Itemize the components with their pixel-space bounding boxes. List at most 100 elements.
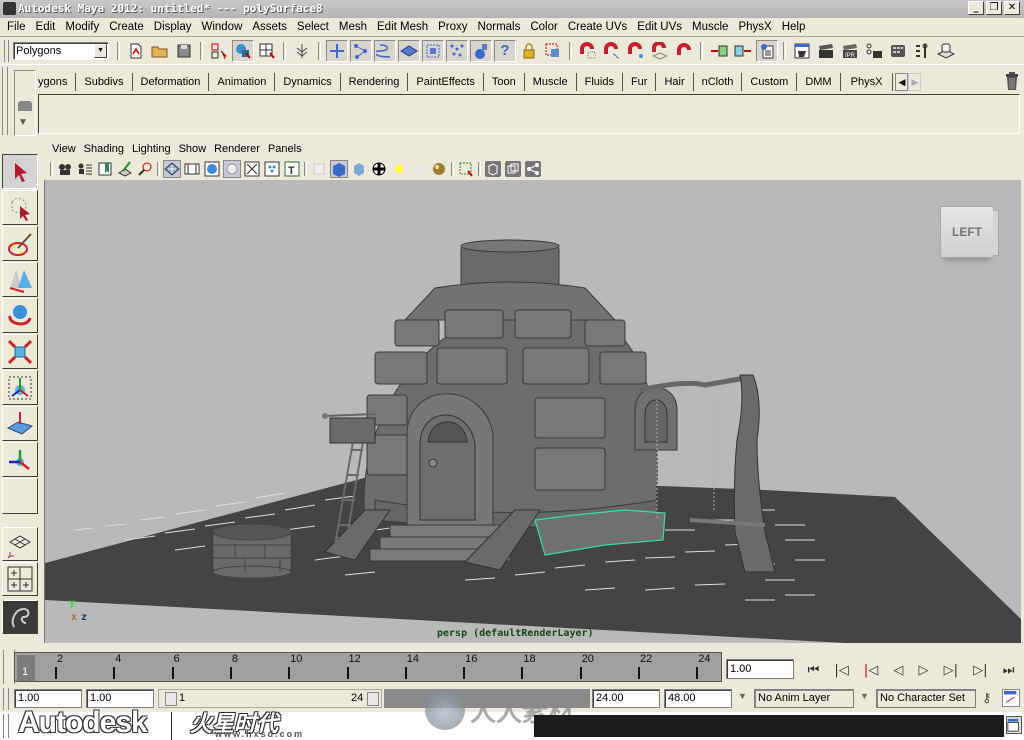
select-curves-icon[interactable]: [350, 39, 372, 62]
shelf-tab-subdivs[interactable]: Subdivs: [76, 73, 133, 91]
shelf-tab-physx[interactable]: PhysX: [841, 73, 893, 91]
end-time-field[interactable]: 48.00: [664, 689, 732, 708]
bounding-box-icon[interactable]: [484, 160, 502, 178]
shelf-tab-fur[interactable]: Fur: [623, 73, 657, 91]
smooth-shade-icon[interactable]: [203, 160, 221, 178]
step-back-key-button[interactable]: |◁: [834, 663, 848, 678]
construction-history-icon[interactable]: [756, 39, 778, 62]
toolbar-grip[interactable]: [4, 39, 9, 62]
snap-point-icon[interactable]: [625, 40, 647, 62]
shelf-menu-arrow-icon[interactable]: ▼: [18, 117, 28, 128]
menu-select[interactable]: Select: [292, 18, 334, 37]
shelf-tab-muscle[interactable]: Muscle: [525, 73, 577, 91]
output-ops-icon[interactable]: [732, 40, 754, 62]
panel-menu-lighting[interactable]: Lighting: [128, 143, 175, 155]
range-end-handle[interactable]: [367, 692, 379, 706]
render-settings-icon[interactable]: [863, 40, 885, 62]
hypershade-icon[interactable]: [887, 40, 909, 62]
panel-menu-shading[interactable]: Shading: [80, 143, 128, 155]
show-manipulator-tool[interactable]: [2, 442, 38, 477]
current-time-field[interactable]: 1.00: [726, 659, 794, 679]
2d-pan-zoom-icon[interactable]: [136, 160, 154, 178]
chevron-down-icon[interactable]: ▼: [94, 43, 107, 58]
time-slider[interactable]: 1 2 4 6 8 10 12 14 16 18 20 22 24: [14, 652, 722, 682]
open-scene-icon[interactable]: [149, 40, 171, 62]
select-dynamics-icon[interactable]: [422, 39, 444, 62]
shelf-tab-fluids[interactable]: Fluids: [577, 73, 623, 91]
ipr-render-icon[interactable]: IPR: [839, 40, 861, 62]
range-start-handle[interactable]: [165, 692, 177, 706]
lock-icon[interactable]: [518, 40, 540, 62]
shelf-grip[interactable]: [0, 65, 14, 137]
menu-muscle[interactable]: Muscle: [687, 18, 733, 37]
select-misc-icon[interactable]: [470, 39, 492, 62]
shelf-tab-custom[interactable]: Custom: [742, 73, 798, 91]
menu-assets[interactable]: Assets: [247, 18, 292, 37]
textured-icon[interactable]: T: [283, 160, 301, 178]
all-lights-icon[interactable]: [410, 160, 428, 178]
wireframe-icon[interactable]: [163, 160, 181, 178]
soft-modification-tool[interactable]: [2, 406, 38, 441]
select-object-icon[interactable]: [232, 39, 254, 62]
shelf-tab-polygons[interactable]: ygons: [30, 73, 77, 91]
bookmarks-icon[interactable]: [96, 160, 114, 178]
menu-modify[interactable]: Modify: [60, 18, 104, 37]
menu-mesh[interactable]: Mesh: [334, 18, 372, 37]
move-tool[interactable]: [2, 262, 38, 297]
shelf-tab-rendering[interactable]: Rendering: [341, 73, 409, 91]
new-scene-icon[interactable]: [125, 40, 147, 62]
shaded-cube-icon[interactable]: [330, 160, 348, 178]
universal-manipulator[interactable]: [2, 370, 38, 405]
default-light-icon[interactable]: [390, 160, 408, 178]
menu-edit-uvs[interactable]: Edit UVs: [632, 18, 687, 37]
menu-create-uvs[interactable]: Create UVs: [563, 18, 632, 37]
high-quality-select-icon[interactable]: [457, 160, 475, 178]
flat-shade-icon[interactable]: [223, 160, 241, 178]
menu-display[interactable]: Display: [149, 18, 197, 37]
four-view-layout[interactable]: [2, 562, 38, 596]
snap-curve-icon[interactable]: [601, 40, 623, 62]
go-to-start-button[interactable]: ⏮: [808, 663, 820, 678]
auto-key-icon[interactable]: ⚷: [982, 690, 992, 706]
menu-physx[interactable]: PhysX: [733, 18, 776, 37]
trash-icon[interactable]: [1003, 71, 1021, 91]
menu-set-select[interactable]: Polygons ▼: [13, 41, 109, 60]
maya-logo-button[interactable]: [2, 600, 38, 634]
menu-edit[interactable]: Edit: [31, 18, 61, 37]
shelf-tab-toggle-icon[interactable]: [18, 101, 32, 111]
menu-create[interactable]: Create: [104, 18, 149, 37]
menu-window[interactable]: Window: [196, 18, 247, 37]
select-deformations-icon[interactable]: [398, 39, 420, 62]
shelf-tab-deformation[interactable]: Deformation: [133, 73, 210, 91]
checker-ball-icon[interactable]: [370, 160, 388, 178]
select-tool[interactable]: [2, 154, 38, 189]
step-forward-key-button[interactable]: ▷|: [973, 663, 987, 678]
select-component-icon[interactable]: [256, 40, 278, 62]
use-lights-icon[interactable]: [430, 160, 448, 178]
input-ops-icon[interactable]: [708, 40, 730, 62]
command-result-field[interactable]: [534, 715, 1004, 737]
default-material-icon[interactable]: [350, 160, 368, 178]
shelf-tab-animation[interactable]: Animation: [209, 73, 276, 91]
select-surfaces-icon[interactable]: [374, 39, 396, 62]
menu-normals[interactable]: Normals: [473, 18, 526, 37]
image-plane-icon[interactable]: [116, 160, 134, 178]
xray-icon[interactable]: [243, 160, 261, 178]
character-set-field[interactable]: No Character Set: [876, 689, 976, 708]
highlight-selection-icon[interactable]: [542, 40, 564, 62]
share-icon[interactable]: [524, 160, 542, 178]
viewcube[interactable]: LEFT: [940, 206, 999, 258]
command-grip[interactable]: [3, 714, 9, 738]
select-joints-icon[interactable]: [326, 39, 348, 62]
play-backward-button[interactable]: ◁: [893, 663, 903, 678]
viewcube-side[interactable]: [993, 210, 999, 256]
shelf-tab-hair[interactable]: Hair: [656, 73, 694, 91]
single-perspective-layout[interactable]: [2, 527, 38, 561]
character-set-dropdown-icon[interactable]: ▼: [860, 691, 869, 701]
menu-file[interactable]: File: [2, 18, 31, 37]
shelf-tab-dynamics[interactable]: Dynamics: [275, 73, 341, 91]
step-back-frame-button[interactable]: |◁: [864, 663, 878, 678]
perspective-viewport[interactable]: LEFT y x z persp (defaultRenderLayer): [44, 180, 1021, 643]
attribute-editor-icon[interactable]: [911, 40, 933, 62]
restore-button[interactable]: ❐: [986, 1, 1002, 15]
